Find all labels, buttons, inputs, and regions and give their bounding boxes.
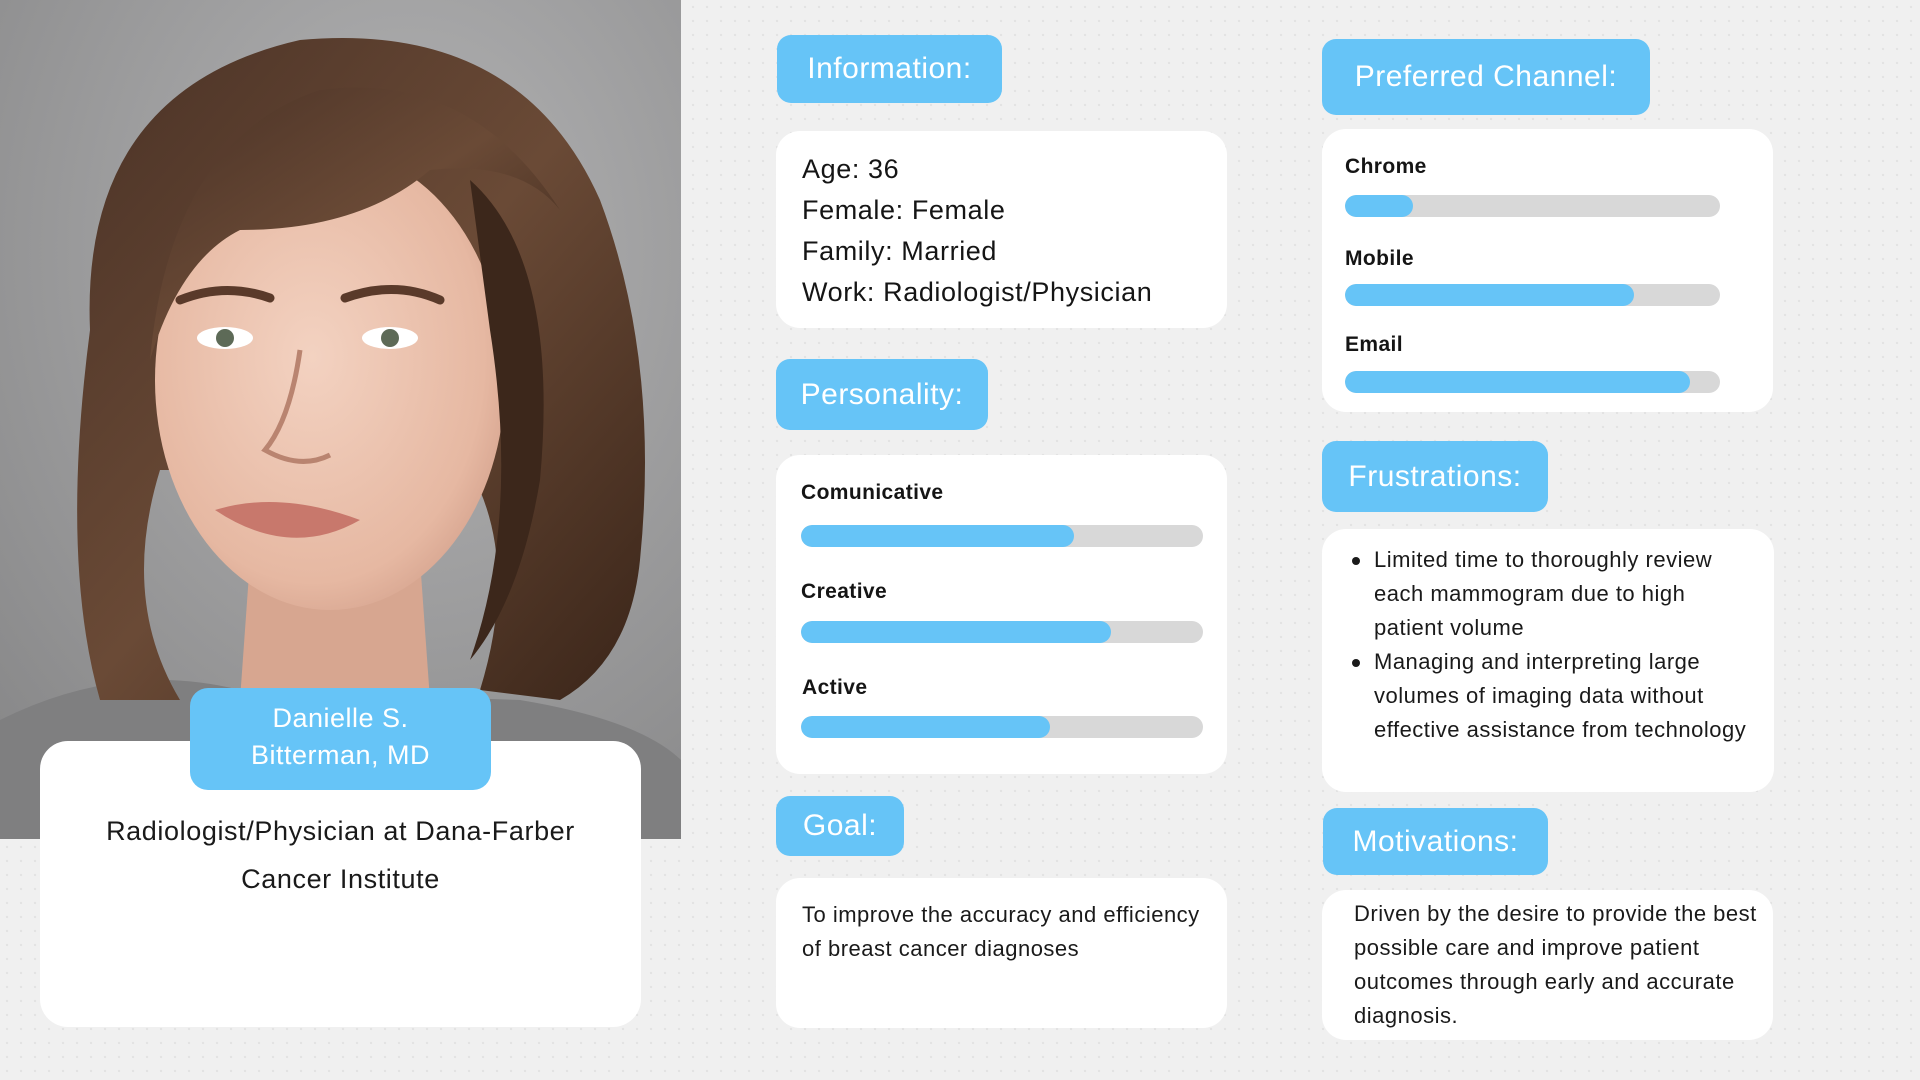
channel-label-email: Email	[1345, 333, 1404, 356]
information-card: Age: 36 Female: Female Family: Married W…	[776, 131, 1227, 328]
preferred-channel-header: Preferred Channel:	[1322, 39, 1650, 115]
channel-bar-email	[1345, 371, 1720, 393]
trait-fill-communicative	[801, 525, 1075, 547]
channel-bar-mobile	[1345, 284, 1720, 306]
motivations-card: Driven by the desire to provide the best…	[1322, 890, 1773, 1040]
frustrations-card: Limited time to thoroughly review each m…	[1322, 529, 1774, 792]
trait-label-creative: Creative	[801, 580, 888, 603]
info-gender: Female: Female	[802, 195, 1006, 225]
trait-fill-creative	[801, 621, 1111, 643]
name-line-2: Bitterman, MD	[250, 740, 431, 770]
trait-bar-active	[801, 716, 1203, 738]
info-age: Age: 36	[802, 154, 900, 184]
motivations-header: Motivations:	[1323, 808, 1548, 875]
personality-card: Comunicative Creative Active	[776, 455, 1227, 774]
personality-header: Personality:	[776, 359, 988, 430]
channel-bar-chrome	[1345, 195, 1720, 217]
channel-label-mobile: Mobile	[1345, 247, 1414, 270]
preferred-channel-card: Chrome Mobile Email	[1322, 129, 1773, 412]
trait-bar-communicative	[801, 525, 1203, 547]
trait-label-active: Active	[802, 676, 868, 699]
goal-header: Goal:	[776, 796, 904, 856]
channel-fill-mobile	[1345, 284, 1634, 306]
frustrations-list: Limited time to thoroughly review each m…	[1348, 543, 1760, 747]
frustration-item: Limited time to thoroughly review each m…	[1348, 543, 1760, 645]
trait-fill-active	[801, 716, 1051, 738]
frustration-item: Managing and interpreting large volumes …	[1348, 645, 1760, 747]
goal-text: To improve the accuracy and efficiency o…	[802, 902, 1200, 961]
goal-card: To improve the accuracy and efficiency o…	[776, 878, 1227, 1028]
trait-bar-creative	[801, 621, 1203, 643]
info-work: Work: Radiologist/Physician	[802, 277, 1153, 307]
channel-fill-chrome	[1345, 195, 1413, 217]
info-family: Family: Married	[802, 236, 998, 266]
trait-label-communicative: Comunicative	[801, 481, 944, 504]
channel-fill-email	[1345, 371, 1690, 393]
name-line-1: Danielle S.	[272, 703, 409, 733]
name-badge: Danielle S. Bitterman, MD	[190, 688, 491, 790]
information-header: Information:	[777, 35, 1002, 103]
profile-description: Radiologist/Physician at Dana-Farber Can…	[106, 816, 575, 894]
channel-label-chrome: Chrome	[1345, 155, 1427, 178]
frustrations-header: Frustrations:	[1322, 441, 1548, 512]
motivations-text: Driven by the desire to provide the best…	[1354, 901, 1757, 1028]
